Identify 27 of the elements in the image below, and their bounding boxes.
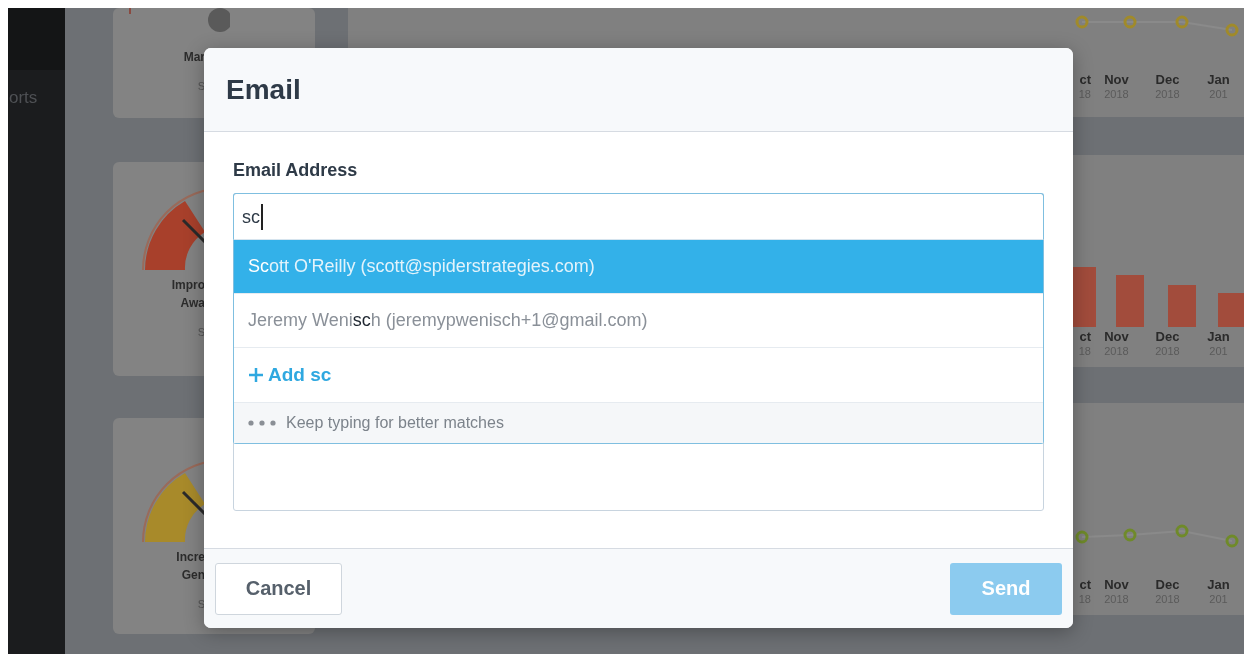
gauge-label: Awa <box>180 295 205 312</box>
plus-icon <box>248 367 264 383</box>
hint-text: Keep typing for better matches <box>286 414 504 432</box>
gauge-label: Mar <box>183 49 205 66</box>
cancel-button[interactable]: Cancel <box>215 562 342 615</box>
gauge-label: Incre <box>176 549 205 566</box>
axis-label: Nov <box>1104 577 1129 593</box>
ellipsis-icon <box>248 420 276 426</box>
axis-label: Jan <box>1207 72 1230 87</box>
axis-label: Jan <box>1207 577 1230 593</box>
field-value: sc <box>242 206 260 228</box>
axis-label: Dec <box>1155 577 1180 593</box>
field-label: Email Address <box>233 160 359 181</box>
gauge-label: Impro <box>171 277 205 294</box>
axis-label: Nov <box>1104 72 1129 87</box>
dialog-title: Email <box>226 73 301 106</box>
axis-label: Jan <box>1207 328 1230 344</box>
suggestion-option[interactable]: Scott O'Reilly (scott@spiderstrategies.com) <box>234 240 1043 294</box>
axis-label: ct <box>1079 72 1091 87</box>
axis-label: Dec <box>1155 72 1180 87</box>
axis-label: Nov <box>1104 328 1129 344</box>
suggestion-option[interactable]: Jeremy Wenisch (jeremypwenisch+1@gmail.com) <box>234 294 1043 348</box>
axis-label: Dec <box>1155 328 1180 344</box>
axis-label: ct <box>1079 328 1091 344</box>
email-input-field[interactable]: sc Scott O'Reilly (scott@spiderstrategies.com) Jeremy Wenisch (jeremypwenisch+1@gmail.com) Add sc Keep typing for better matches <box>233 193 1044 511</box>
gauge-label: Gen <box>181 567 205 584</box>
axis-label: ct <box>1079 577 1091 593</box>
